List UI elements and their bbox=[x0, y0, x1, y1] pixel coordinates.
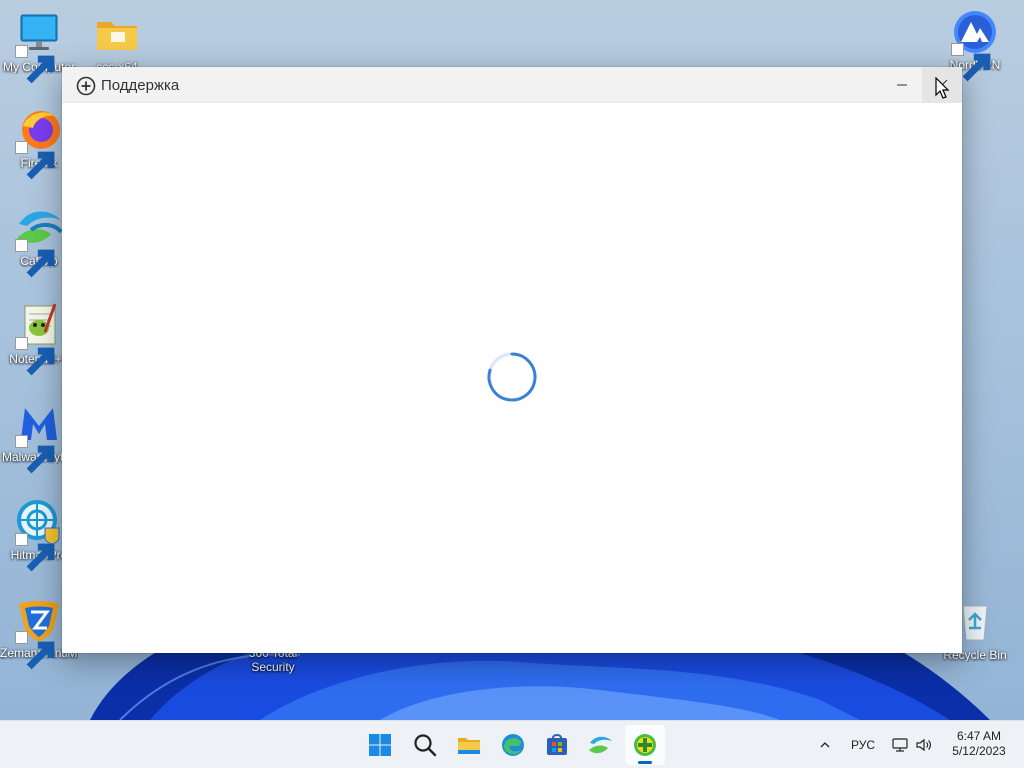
shortcut-arrow-icon bbox=[15, 533, 55, 572]
taskbar-store[interactable] bbox=[537, 725, 577, 765]
minimize-icon bbox=[897, 84, 907, 86]
tray-volume[interactable] bbox=[913, 721, 935, 768]
taskbar-start-button[interactable] bbox=[360, 725, 400, 765]
folder-icon bbox=[93, 10, 141, 58]
clock-date: 5/12/2023 bbox=[952, 744, 1006, 758]
edge-icon bbox=[502, 734, 524, 756]
shortcut-arrow-icon bbox=[15, 337, 55, 376]
catsxp-icon bbox=[15, 204, 63, 278]
desktop-icon-my-computer[interactable]: My Computer bbox=[0, 10, 78, 84]
network-icon bbox=[892, 738, 908, 752]
notepad-plus-plus-icon bbox=[15, 302, 63, 376]
catsxp-icon bbox=[589, 736, 612, 754]
shortcut-arrow-icon bbox=[15, 631, 55, 670]
plus-circle-icon bbox=[76, 76, 96, 96]
file-explorer-icon bbox=[458, 738, 480, 754]
shortcut-arrow-icon bbox=[15, 239, 55, 278]
firefox-icon bbox=[15, 106, 63, 180]
taskbar-catsxp[interactable] bbox=[581, 725, 621, 765]
shortcut-arrow-icon bbox=[15, 45, 55, 84]
desktop-icon-ccs-x64[interactable]: ccs-x64 bbox=[78, 10, 156, 74]
taskbar-file-explorer[interactable] bbox=[449, 725, 489, 765]
close-icon bbox=[936, 79, 948, 91]
360-total-security-icon bbox=[634, 734, 656, 756]
taskbar-search-button[interactable] bbox=[405, 725, 445, 765]
shortcut-arrow-icon bbox=[15, 435, 55, 474]
taskbar: РУС 6:47 AM 5/12/2023 bbox=[0, 720, 1024, 768]
shortcut-arrow-icon bbox=[15, 141, 55, 180]
store-icon bbox=[547, 734, 567, 755]
window-titlebar[interactable]: Поддержка bbox=[62, 67, 962, 103]
tray-show-hidden-icons[interactable] bbox=[814, 721, 836, 768]
taskbar-edge[interactable] bbox=[493, 725, 533, 765]
taskbar-360-total-security[interactable] bbox=[625, 725, 665, 765]
minimize-button[interactable] bbox=[882, 67, 922, 103]
nordvpn-icon bbox=[951, 8, 999, 82]
active-app-indicator bbox=[638, 761, 652, 764]
chevron-up-icon bbox=[820, 742, 830, 748]
malwarebytes-icon bbox=[15, 400, 63, 474]
clock-time: 6:47 AM bbox=[956, 729, 1002, 743]
volume-icon bbox=[916, 738, 931, 752]
window-content bbox=[62, 103, 962, 653]
taskbar-clock[interactable]: 6:47 AM 5/12/2023 bbox=[940, 729, 1018, 759]
window-title: Поддержка bbox=[101, 77, 180, 94]
tray-language-indicator[interactable]: РУС bbox=[843, 721, 883, 768]
close-button[interactable] bbox=[922, 67, 962, 103]
loading-spinner-icon bbox=[487, 352, 537, 402]
search-icon bbox=[414, 734, 437, 757]
monitor-icon bbox=[15, 10, 63, 84]
zemana-icon bbox=[15, 596, 63, 670]
desktop-icon-nordvpn[interactable]: NordVPN bbox=[936, 8, 1014, 82]
support-window: Поддержка bbox=[62, 67, 962, 653]
shortcut-arrow-icon bbox=[951, 43, 991, 82]
hitmanpro-icon bbox=[15, 498, 63, 572]
tray-network[interactable] bbox=[890, 721, 910, 768]
windows-start-icon bbox=[369, 734, 391, 756]
